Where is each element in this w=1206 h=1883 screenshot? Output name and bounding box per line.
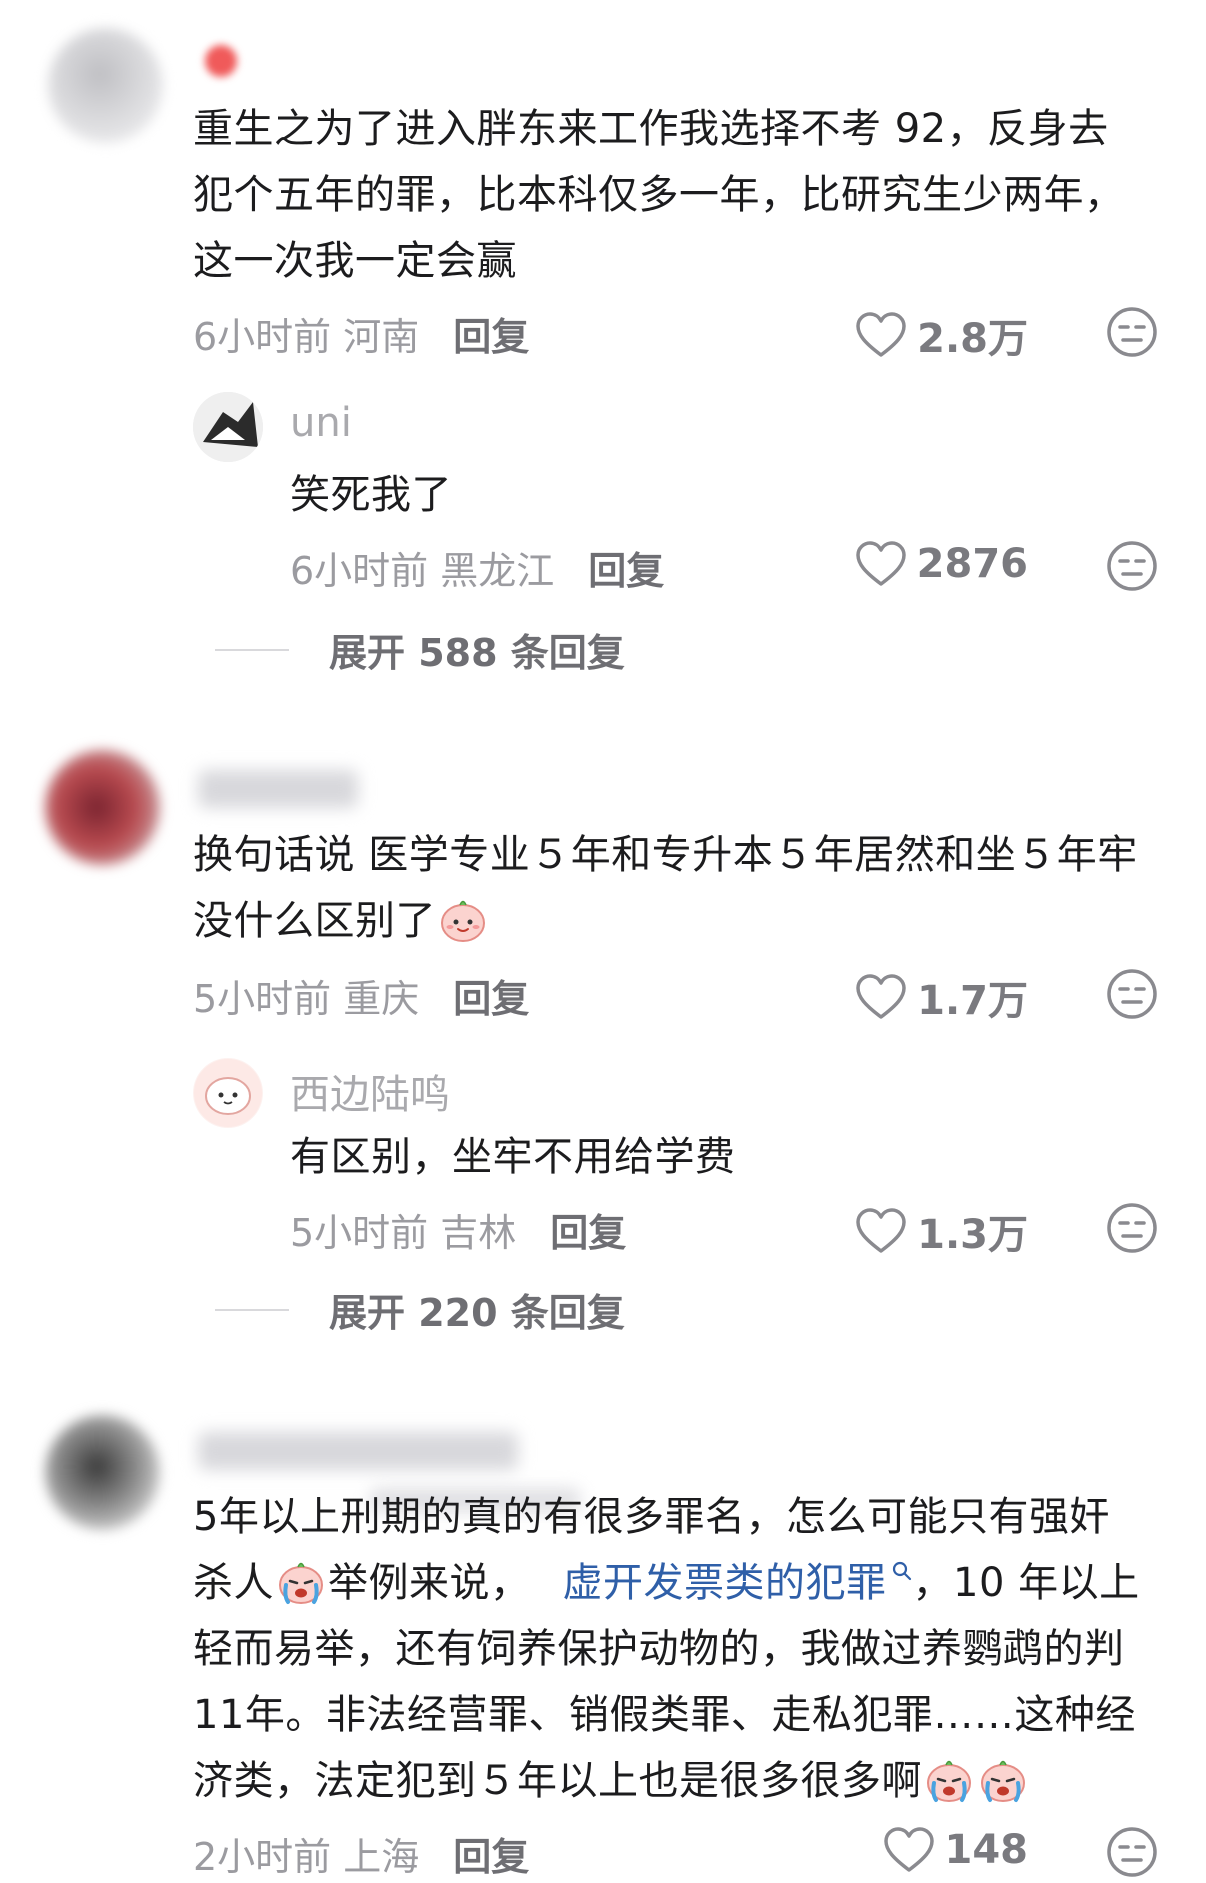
comment-line: 11年。非法经营罪、销假类罪、走私犯罪……这种经 [193, 1692, 1136, 1738]
like-count: 1.7万 [917, 978, 1028, 1024]
like-button[interactable]: 1.3万 [855, 1202, 1028, 1260]
text-segment: 杀人 [193, 1560, 274, 1606]
comment-meta: 6小时前 河南 回复 [193, 306, 529, 361]
comment-line: 杀人 举例来说， 虚开发票类的犯罪 ，10 年以上 [193, 1550, 1183, 1616]
expand-replies-button[interactable]: 展开 588 条回复 [215, 622, 625, 677]
like-button[interactable]: 148 [883, 1826, 1029, 1874]
divider [215, 1308, 289, 1311]
like-count: 2876 [916, 541, 1028, 587]
location: 吉林 [440, 1211, 517, 1255]
like-button[interactable]: 1.7万 [855, 968, 1028, 1026]
reply-button[interactable]: 回复 [588, 549, 664, 593]
like-count: 2.8万 [917, 316, 1028, 362]
search-icon[interactable] [891, 1560, 913, 1582]
text-segment: 举例来说， [328, 1560, 531, 1606]
comment-text: 5年以上刑期的真的有很多罪名，怎么可能只有强奸 杀人 举例来说， 虚开发票类的犯罪 ，… [193, 1484, 1183, 1814]
comment-text: 换句话说 医学专业５年和专升本５年居然和坐５年牢没什么区别了 [193, 822, 1173, 954]
reply-button[interactable]: 回复 [453, 1835, 529, 1879]
location: 重庆 [343, 977, 420, 1021]
reply-button[interactable]: 回复 [453, 315, 529, 359]
meh-face-icon[interactable] [1106, 968, 1158, 1020]
reply-meta: 6小时前 黑龙江 回复 [290, 540, 664, 595]
comment-text-content: 换句话说 医学专业５年和专升本５年居然和坐５年牢没什么区别了 [193, 832, 1138, 944]
timestamp: 5小时前 [193, 977, 332, 1021]
like-button[interactable]: 2.8万 [855, 306, 1028, 364]
location: 上海 [343, 1835, 420, 1879]
avatar[interactable] [193, 392, 263, 462]
reply-text: 笑死我了 [290, 472, 452, 518]
like-count: 148 [944, 1827, 1029, 1873]
username-blurred[interactable] [198, 770, 358, 808]
meh-face-icon[interactable] [1106, 540, 1158, 592]
avatar-image [194, 1059, 262, 1127]
username-blurred[interactable] [198, 1432, 518, 1470]
comment-meta: 5小时前 重庆 回复 [193, 968, 529, 1023]
heart-outline-icon [855, 540, 907, 588]
location: 河南 [343, 315, 420, 359]
expand-label: 展开 588 条回复 [329, 631, 625, 675]
username-blurred[interactable] [205, 45, 237, 77]
comment-text: 重生之为了进入胖东来工作我选择不考 92，反身去犯个五年的罪，比本科仅多一年，比… [193, 106, 1125, 284]
comment-line: 5年以上刑期的真的有很多罪名，怎么可能只有强奸 [193, 1494, 1110, 1540]
crying-face-emoji-icon [276, 1556, 326, 1606]
avatar[interactable] [48, 28, 163, 143]
avatar[interactable] [45, 750, 160, 865]
avatar[interactable] [193, 1058, 263, 1128]
avatar[interactable] [45, 1415, 160, 1530]
heart-outline-icon [855, 973, 907, 1021]
search-link[interactable]: 虚开发票类的犯罪 [563, 1560, 887, 1606]
reply-username[interactable]: 西边陆鸣 [290, 1062, 450, 1120]
avatar-image [193, 392, 263, 462]
timestamp: 6小时前 [290, 549, 429, 593]
reply-button[interactable]: 回复 [453, 977, 529, 1021]
text-segment: ，10 年以上 [912, 1560, 1140, 1606]
crying-face-emoji-icon [978, 1754, 1028, 1804]
like-count: 1.3万 [917, 1212, 1028, 1258]
comment-line: 轻而易举，还有饲养保护动物的，我做过养鹦鹉的判 [193, 1626, 1125, 1672]
cute-face-emoji-icon [438, 894, 488, 944]
reply-meta: 5小时前 吉林 回复 [290, 1202, 626, 1257]
timestamp: 5小时前 [290, 1211, 429, 1255]
heart-outline-icon [855, 1207, 907, 1255]
divider [215, 648, 289, 651]
expand-label: 展开 220 条回复 [329, 1291, 625, 1335]
timestamp: 2小时前 [193, 1835, 332, 1879]
timestamp: 6小时前 [193, 315, 332, 359]
reply-button[interactable]: 回复 [550, 1211, 626, 1255]
comment-meta: 2小时前 上海 回复 [193, 1826, 529, 1881]
meh-face-icon[interactable] [1106, 306, 1158, 358]
meh-face-icon[interactable] [1106, 1202, 1158, 1254]
reply-text: 有区别，坐牢不用给学费 [290, 1134, 736, 1180]
heart-outline-icon [855, 311, 907, 359]
heart-outline-icon [883, 1826, 935, 1874]
meh-face-icon[interactable] [1106, 1826, 1158, 1878]
like-button[interactable]: 2876 [855, 540, 1028, 588]
reply-username[interactable]: uni [290, 400, 352, 446]
text-segment: 济类，法定犯到５年以上也是很多很多啊 [193, 1758, 922, 1804]
crying-face-emoji-icon [924, 1754, 974, 1804]
comment-line: 济类，法定犯到５年以上也是很多很多啊 [193, 1748, 1183, 1814]
location: 黑龙江 [440, 549, 555, 593]
expand-replies-button[interactable]: 展开 220 条回复 [215, 1282, 625, 1337]
